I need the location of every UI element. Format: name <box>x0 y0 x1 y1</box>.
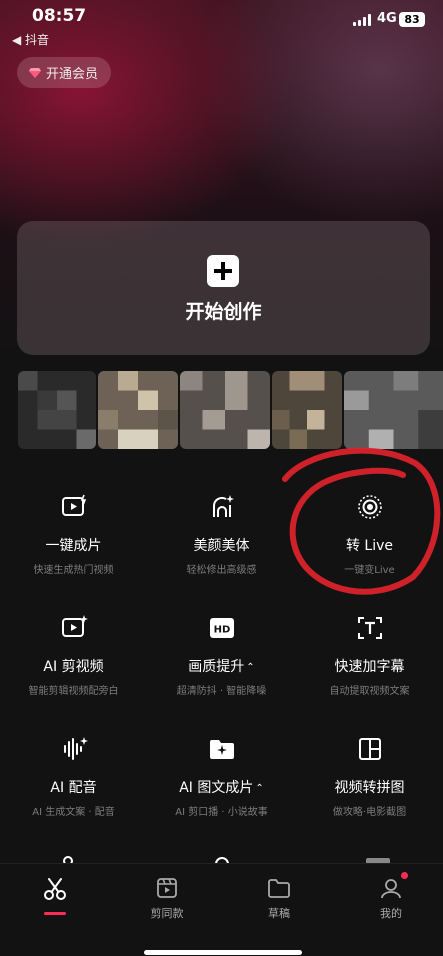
tool-subtitle: AI 生成文案 · 配音 <box>32 807 115 818</box>
tool-title: 转 Live <box>345 538 394 554</box>
diamond-icon <box>29 67 41 78</box>
tool-subtitle: 做攻略·电影截图 <box>332 807 407 818</box>
tool-subtitle: 一键变Live <box>344 565 395 576</box>
tool-title: AI 配音 <box>50 780 97 796</box>
tool-title: 画质提升 ⌃ <box>148 656 295 676</box>
nav-label: 剪同款 <box>150 907 184 920</box>
tool-title-text: AI 图文成片 <box>179 780 254 796</box>
nav-profile[interactable]: 我的 <box>351 876 431 921</box>
tool-quick-captions[interactable]: 快速加字幕 自动提取视频文案 <box>296 614 443 697</box>
plus-icon <box>207 255 239 287</box>
battery-icon: 83 <box>399 12 425 27</box>
scissors-icon <box>44 878 66 900</box>
tool-title: AI 剪视频 <box>43 659 104 675</box>
tool-title: 视频转拼图 <box>334 780 405 796</box>
template-icon <box>157 878 177 898</box>
tool-video-to-collage[interactable]: 视频转拼图 做攻略·电影截图 <box>296 735 443 818</box>
tool-title-text: 画质提升 <box>188 659 245 675</box>
tool-beauty[interactable]: 美颜美体 轻松修出高级感 <box>148 493 295 576</box>
vip-label: 开通会员 <box>46 67 99 82</box>
home-indicator[interactable] <box>144 950 302 955</box>
tool-quality-boost[interactable]: HD 画质提升 ⌃ 超清防抖 · 智能降噪 <box>148 614 295 697</box>
tool-title: AI 图文成片 ⌃ <box>148 777 295 797</box>
tool-subtitle: 快速生成热门视频 <box>33 565 114 576</box>
nav-label: 草稿 <box>268 907 290 920</box>
folder-sparkle-icon <box>209 740 234 759</box>
media-thumbnail[interactable] <box>344 371 443 449</box>
media-thumbnail[interactable] <box>18 371 96 449</box>
bottom-navigation: 剪同款 草稿 我的 <box>0 863 443 956</box>
caption-icon <box>357 617 382 639</box>
media-thumbnail[interactable] <box>180 371 270 449</box>
vip-button[interactable]: 开通会员 <box>17 57 112 88</box>
active-tab-indicator <box>44 912 66 915</box>
signal-icon <box>353 14 371 26</box>
tool-title: 美颜美体 <box>193 538 250 554</box>
folder-icon <box>268 879 290 898</box>
grid-layout-icon <box>358 738 381 760</box>
tool-title: 一键成片 <box>45 538 102 554</box>
tool-ai-dubbing[interactable]: AI 配音 AI 生成文案 · 配音 <box>0 735 147 818</box>
svg-text:HD: HD <box>213 625 230 636</box>
ai-video-icon <box>61 615 88 637</box>
start-creation-label: 开始创作 <box>185 301 262 323</box>
hd-icon: HD <box>209 618 234 638</box>
notification-badge <box>401 872 408 879</box>
tool-title: 快速加字幕 <box>334 659 405 675</box>
tool-subtitle: 轻松修出高级感 <box>186 565 257 576</box>
face-sparkle-icon <box>212 495 234 517</box>
nav-drafts[interactable]: 草稿 <box>239 876 319 921</box>
tool-subtitle: 自动提取视频文案 <box>329 686 410 697</box>
live-photo-icon <box>357 495 382 519</box>
tool-convert-live[interactable]: 转 Live 一键变Live <box>296 493 443 576</box>
tool-subtitle: 智能剪辑视频配旁白 <box>28 686 119 697</box>
tool-subtitle: AI 剪口播 · 小说故事 <box>175 807 268 818</box>
nav-edit[interactable] <box>15 876 95 907</box>
profile-icon <box>381 879 401 899</box>
video-spark-icon <box>61 494 86 516</box>
tool-ai-edit-video[interactable]: AI 剪视频 智能剪辑视频配旁白 <box>0 614 147 697</box>
tool-subtitle: 超清防抖 · 智能降噪 <box>176 686 267 697</box>
start-creation-card[interactable]: 开始创作 <box>17 221 430 355</box>
waveform-icon <box>63 737 88 760</box>
media-thumbnail[interactable] <box>98 371 178 449</box>
status-time: 08:57 <box>32 6 87 26</box>
back-to-app-link[interactable]: ◀ 抖音 <box>12 31 49 48</box>
media-thumbnail[interactable] <box>272 371 342 449</box>
chevron-updown-icon: ⌃ <box>255 782 264 794</box>
recent-media-strip <box>0 371 443 449</box>
tool-one-click-video[interactable]: 一键成片 快速生成热门视频 <box>0 493 147 576</box>
network-type: 4G <box>377 11 397 26</box>
chevron-updown-icon: ⌃ <box>246 661 255 673</box>
tool-ai-image-text[interactable]: AI 图文成片 ⌃ AI 剪口播 · 小说故事 <box>148 735 295 818</box>
nav-templates[interactable]: 剪同款 <box>127 876 207 921</box>
nav-label: 我的 <box>380 907 402 920</box>
